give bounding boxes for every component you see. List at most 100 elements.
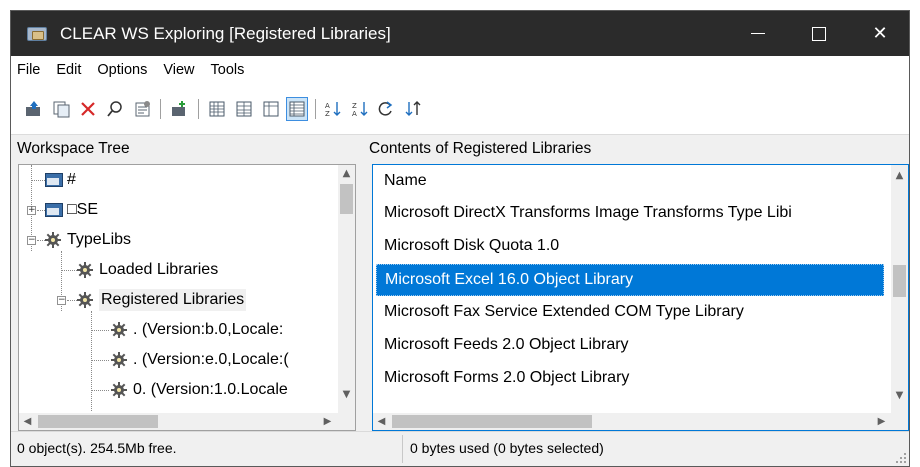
tree-connector xyxy=(91,390,109,391)
gear-icon xyxy=(111,322,127,338)
gear-icon xyxy=(77,262,93,278)
column-header-name[interactable]: Name xyxy=(374,166,885,196)
copy-object-button[interactable] xyxy=(50,97,72,121)
status-objects-free: 0 object(s). 254.5Mb free. xyxy=(17,440,177,456)
menu-file[interactable]: File xyxy=(11,62,48,78)
list-horizontal-scrollbar[interactable]: ◀ ▶ xyxy=(373,413,891,430)
sort-ascending-button[interactable]: AZ xyxy=(322,97,344,121)
scroll-right-icon[interactable]: ▶ xyxy=(319,413,336,430)
contents-list[interactable]: Name Microsoft DirectX Transforms Image … xyxy=(372,164,909,431)
tree-node-label: □SE xyxy=(67,201,99,218)
scroll-thumb[interactable] xyxy=(38,415,158,428)
maximize-button[interactable] xyxy=(796,11,842,56)
list-view-button[interactable] xyxy=(260,97,282,121)
title-bar[interactable]: CLEAR WS Exploring [Registered Libraries… xyxy=(11,11,909,56)
pane-splitter[interactable] xyxy=(356,135,362,431)
workspace-tree-header: Workspace Tree xyxy=(11,135,356,164)
tree-node-label: . (Version:e.0,Locale:( xyxy=(133,351,289,368)
tree-node-library[interactable]: . (Version:b.0,Locale: xyxy=(109,315,283,345)
menu-tools[interactable]: Tools xyxy=(203,62,253,78)
details-view-button[interactable] xyxy=(286,97,308,121)
tree-connector xyxy=(91,311,92,411)
window-icon xyxy=(45,173,63,187)
list-item[interactable]: Microsoft Feeds 2.0 Object Library xyxy=(376,330,884,362)
list-vertical-scrollbar[interactable]: ▲ ▼ xyxy=(891,165,908,413)
list-item[interactable]: Microsoft Fax Service Extended COM Type … xyxy=(376,297,884,329)
app-window: CLEAR WS Exploring [Registered Libraries… xyxy=(10,10,910,467)
expand-toggle[interactable]: + xyxy=(27,206,36,215)
menu-options[interactable]: Options xyxy=(89,62,155,78)
scroll-thumb[interactable] xyxy=(893,265,906,297)
tree-node-library[interactable]: . (Version:e.0,Locale:( xyxy=(109,345,289,375)
properties-icon xyxy=(135,101,150,117)
toolbar: AZ ZA xyxy=(11,83,909,135)
tree-node-loaded-libraries[interactable]: Loaded Libraries xyxy=(75,255,218,285)
tree-node-label: . (Version:b.0,Locale: xyxy=(133,321,284,338)
gear-icon xyxy=(45,232,61,248)
maximize-icon xyxy=(812,26,826,41)
scroll-thumb[interactable] xyxy=(340,184,353,214)
tree-node-library[interactable]: 0. (Version:1.0.Locale xyxy=(109,375,288,405)
scroll-up-icon[interactable]: ▲ xyxy=(338,165,355,182)
menu-edit[interactable]: Edit xyxy=(48,62,89,78)
tree-horizontal-scrollbar[interactable]: ◀ ▶ xyxy=(19,413,338,430)
list-item[interactable]: Microsoft Forms 2.0 Object Library xyxy=(376,363,884,395)
up-level-button[interactable] xyxy=(23,97,45,121)
close-button[interactable]: ✕ xyxy=(857,11,903,56)
toolbar-separator xyxy=(160,99,161,119)
list-item[interactable]: Microsoft DirectX Transforms Image Trans… xyxy=(376,198,884,230)
svg-text:A: A xyxy=(325,102,330,110)
resize-grip-icon[interactable] xyxy=(895,452,907,464)
status-bar: 0 object(s). 254.5Mb free. 0 bytes used … xyxy=(11,431,909,466)
new-namespace-icon xyxy=(172,101,185,116)
window-title: CLEAR WS Exploring [Registered Libraries… xyxy=(60,23,391,43)
app-icon[interactable] xyxy=(25,25,51,43)
contents-header: Contents of Registered Libraries xyxy=(362,135,909,164)
list-item[interactable]: Microsoft Disk Quota 1.0 xyxy=(376,231,884,263)
collapse-toggle[interactable]: − xyxy=(27,236,36,245)
menu-view[interactable]: View xyxy=(155,62,202,78)
large-icons-view-button[interactable] xyxy=(206,97,228,121)
scroll-left-icon[interactable]: ◀ xyxy=(373,413,390,430)
tree-connector xyxy=(37,210,45,211)
tree-node-label: Registered Libraries xyxy=(99,289,247,311)
list-item-selected[interactable]: Microsoft Excel 16.0 Object Library xyxy=(376,264,884,296)
tree-node-se[interactable]: □SE xyxy=(45,195,98,225)
collapse-toggle[interactable]: − xyxy=(57,296,66,305)
refresh-button[interactable] xyxy=(375,97,397,121)
properties-button[interactable] xyxy=(132,97,154,121)
tree-node-label: Loaded Libraries xyxy=(99,261,219,278)
sort-by-type-button[interactable] xyxy=(402,97,424,121)
scroll-thumb[interactable] xyxy=(392,415,592,428)
gear-icon xyxy=(111,352,127,368)
sort-descending-button[interactable]: ZA xyxy=(349,97,371,121)
close-icon: ✕ xyxy=(872,23,888,44)
tree-node-hash[interactable]: # xyxy=(45,165,76,195)
find-button[interactable] xyxy=(104,97,126,121)
copy-object-icon xyxy=(53,101,70,118)
gear-icon xyxy=(77,292,93,308)
workspace-tree[interactable]: + − − # □SE TypeLibs Loaded Libraries Re… xyxy=(18,164,356,431)
scroll-down-icon[interactable]: ▼ xyxy=(338,386,355,403)
tree-node-typelibs[interactable]: TypeLibs xyxy=(43,225,131,255)
scroll-right-icon[interactable]: ▶ xyxy=(873,413,890,430)
tree-node-label: 0. (Version:1.0.Locale xyxy=(133,381,288,398)
svg-text:A: A xyxy=(352,110,357,118)
refresh-icon xyxy=(378,101,393,116)
new-namespace-button[interactable] xyxy=(168,97,190,121)
sort-by-type-icon xyxy=(405,101,421,116)
scroll-left-icon[interactable]: ◀ xyxy=(19,413,36,430)
svg-text:Z: Z xyxy=(352,102,357,110)
tree-vertical-scrollbar[interactable]: ▲ ▼ xyxy=(338,165,355,413)
minimize-button[interactable] xyxy=(735,11,781,56)
tree-node-registered-libraries[interactable]: Registered Libraries xyxy=(75,285,247,315)
delete-button[interactable] xyxy=(77,97,99,121)
tree-connector xyxy=(91,330,109,331)
delete-icon xyxy=(81,102,95,116)
toolbar-separator xyxy=(315,99,316,119)
list-view-icon xyxy=(263,101,279,117)
scroll-up-icon[interactable]: ▲ xyxy=(891,167,908,184)
scroll-down-icon[interactable]: ▼ xyxy=(891,387,908,404)
sort-descending-icon: ZA xyxy=(352,102,368,118)
small-icons-view-button[interactable] xyxy=(233,97,255,121)
